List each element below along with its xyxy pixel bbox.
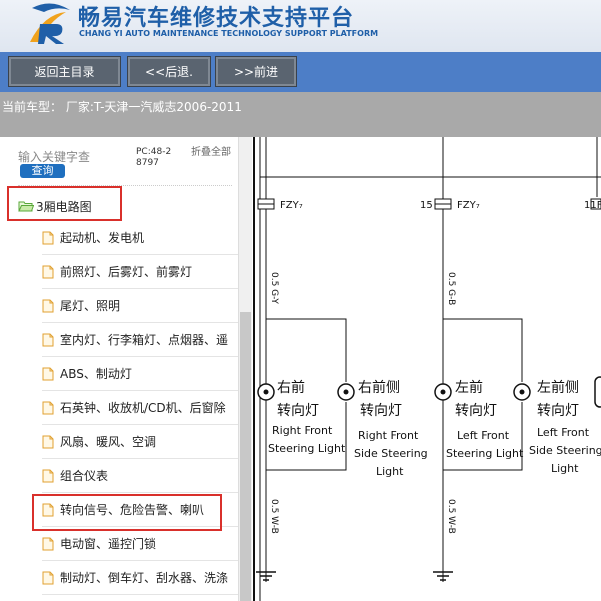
scrollbar-thumb[interactable] [240,312,251,601]
tree-item-label: 电动窗、遥控门锁 [60,537,157,551]
lamp-label-en: Left Front [457,429,510,442]
lamp-label-cn: 左前 [455,379,483,396]
tree-item-label: 起动机、发电机 [60,231,145,245]
fuse-label: 11F [584,200,601,211]
fuse-label: FZY₇ [457,200,480,211]
tree-item[interactable]: 石英钟、收放机/CD机、后窗除 [42,391,238,425]
tree-item[interactable]: 前照灯、后雾灯、前雾灯 [42,255,238,289]
lamp-label-cn: 右前 [277,379,305,396]
circuit-diagram: FZY₇ 15 FZY₇ 11F 0.5 G-Y 0.5 G-B 0.5 W-B… [252,137,601,601]
tree-item[interactable]: 尾灯、照明 [42,289,238,323]
tree-item-label: 组合仪表 [60,469,109,483]
lamp-label-cn: 左前侧 [537,379,579,396]
lamp-label-cn: 右前侧 [358,379,400,396]
lamp-symbol [513,383,531,401]
lamp-label-en: Side Steering [529,444,601,457]
lamp-symbol [434,383,452,401]
tree-item-label: 尾灯、照明 [60,299,121,313]
home-button[interactable]: 返回主目录 [8,56,121,87]
app-root: 畅易汽车维修技术支持平台 CHANG YI AUTO MAINTENANCE T… [0,0,601,601]
fuse-label: FZY₇ [280,200,303,211]
collapse-all-link[interactable]: 折叠全部 [191,147,231,158]
document-icon [42,469,54,482]
lamp-label-en: Left Front [537,426,590,439]
highlight-box [32,494,222,531]
nav-bar: 返回主目录 <<后退. >>前进 [0,52,601,92]
current-model-text: 当前车型： 厂家:T-天津一汽威志2006-2011 [2,100,242,114]
wire-label: 0.5 G-B [446,272,456,305]
header: 畅易汽车维修技术支持平台 CHANG YI AUTO MAINTENANCE T… [0,0,601,52]
brand-subtitle: CHANG YI AUTO MAINTENANCE TECHNOLOGY SUP… [79,29,379,38]
document-icon [42,231,54,244]
lamp-label-en: Right Front [272,424,333,437]
tree-item-label: 石英钟、收放机/CD机、后窗除 [60,401,226,415]
tree-item-label: 制动灯、倒车灯、刮水器、洗涤 [60,571,229,585]
sidebar: 查询 PC:48-28797 折叠全部 3厢电路图 起动机、发电机前照灯、后雾灯… [0,137,238,601]
logo-icon [30,3,70,44]
tree-item-label: 前照灯、后雾灯、前雾灯 [60,265,193,279]
document-icon [42,435,54,448]
document-icon [42,401,54,414]
document-icon [42,367,54,380]
tree-item-label: ABS、制动灯 [60,367,132,381]
tree-item[interactable]: 电动窗、遥控门锁 [42,527,238,561]
lamp-label-en: Steering Light [446,447,524,460]
document-icon [42,537,54,550]
search-input[interactable] [18,149,118,165]
lamp-symbol [337,383,355,401]
pc-code: PC:48-28797 [136,147,172,168]
fuse-number: 15 [420,200,433,211]
tree-item[interactable]: 风扇、暖风、空调 [42,425,238,459]
highlight-box [7,186,122,221]
lamp-label-en: Steering Light [268,442,346,455]
lamp-label-en: Light [376,465,404,478]
wire-label: 0.5 W-B [446,499,456,534]
forward-button[interactable]: >>前进 [215,56,297,87]
circuit-diagram-svg: FZY₇ 15 FZY₇ 11F 0.5 G-Y 0.5 G-B 0.5 W-B… [253,137,601,601]
document-icon [42,299,54,312]
lamp-label-en: Side Steering [354,447,428,460]
document-icon [42,333,54,346]
tree-item[interactable]: ABS、制动灯 [42,357,238,391]
tree-item-label: 室内灯、行李箱灯、点烟器、遥 [60,333,229,347]
query-button[interactable]: 查询 [20,164,65,178]
tree-item[interactable]: 制动灯、倒车灯、刮水器、洗涤 [42,561,238,595]
wire-label: 0.5 G-Y [269,272,279,304]
lamp-label-en: Right Front [358,429,419,442]
tree-item[interactable]: 起动机、发电机 [42,221,238,255]
tree-item-label: 风扇、暖风、空调 [60,435,157,449]
lamp-symbol [594,376,601,408]
info-bar: 当前车型： 厂家:T-天津一汽威志2006-2011 [0,92,601,137]
lamp-label-en: Light [551,462,579,475]
tree-item[interactable]: 组合仪表 [42,459,238,493]
sidebar-scrollbar[interactable] [238,137,252,601]
tree-item[interactable]: 室内灯、行李箱灯、点烟器、遥 [42,323,238,357]
wire-label: 0.5 W-B [269,499,279,534]
document-icon [42,571,54,584]
brand-title: 畅易汽车维修技术支持平台 [78,6,355,31]
back-button[interactable]: <<后退. [127,56,211,87]
lamp-label-cn: 转向灯 [360,403,402,419]
lamp-symbol [257,383,275,401]
lamp-label-cn: 转向灯 [537,403,579,419]
lamp-label-cn: 转向灯 [277,403,319,419]
document-icon [42,265,54,278]
lamp-label-cn: 转向灯 [455,403,497,419]
